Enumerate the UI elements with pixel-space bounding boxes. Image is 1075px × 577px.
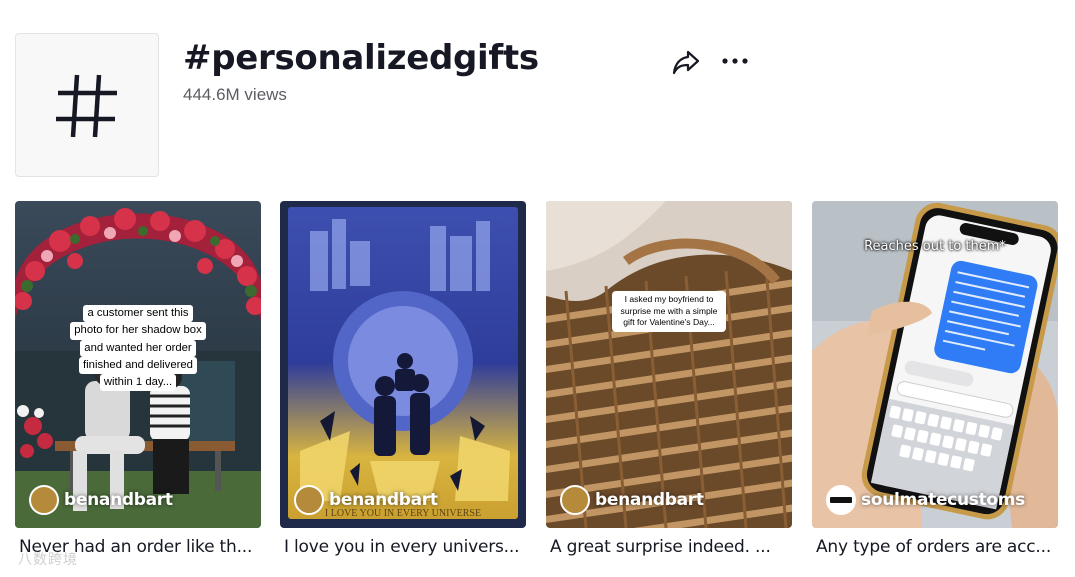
video-author[interactable]: benandbart <box>29 485 173 515</box>
video-grid: a customer sent this photo for her shado… <box>15 201 1060 577</box>
author-name: soulmatecustoms <box>861 490 1026 510</box>
watermark: 八数跨境 <box>18 552 78 568</box>
video-overlay-text: a customer sent this photo for her shado… <box>65 305 211 392</box>
author-name: benandbart <box>595 490 704 510</box>
overlay-line: gift for Valentine's Day... <box>623 317 715 328</box>
more-options-button[interactable] <box>720 49 750 73</box>
author-name: benandbart <box>329 490 438 510</box>
hashtag-avatar <box>15 33 159 177</box>
overlay-line: surprise me with a simple <box>620 305 718 316</box>
thumbnail-image <box>546 201 792 528</box>
video-author[interactable]: benandbart <box>294 485 438 515</box>
video-overlay-text: I asked my boyfriend to surprise me with… <box>612 291 726 332</box>
video-thumbnail[interactable]: I LOVE YOU IN EVERY UNIVERSE benandbart <box>280 201 526 528</box>
video-caption[interactable]: Any type of orders are acc... <box>816 537 1058 557</box>
video-card[interactable]: Reaches out to them* soulmatecustoms Any… <box>812 201 1058 557</box>
overlay-line: and wanted her order <box>80 339 196 357</box>
video-caption[interactable]: A great surprise indeed. ... <box>550 537 792 557</box>
author-avatar <box>826 485 856 515</box>
video-thumbnail[interactable]: I asked my boyfriend to surprise me with… <box>546 201 792 528</box>
more-icon <box>722 58 748 64</box>
thumbnail-image: I LOVE YOU IN EVERY UNIVERSE <box>280 201 526 528</box>
views-count: 444.6M views <box>183 85 287 104</box>
share-icon <box>672 50 700 75</box>
overlay-line: finished and delivered <box>79 356 197 374</box>
video-card[interactable]: I asked my boyfriend to surprise me with… <box>546 201 792 557</box>
video-author[interactable]: soulmatecustoms <box>826 485 1025 515</box>
overlay-line: I asked my boyfriend to <box>624 294 714 304</box>
video-caption[interactable]: I love you in every univers... <box>284 537 526 557</box>
video-thumbnail[interactable]: a customer sent this photo for her shado… <box>15 201 261 528</box>
page-title: #personalizedgifts <box>183 38 539 78</box>
video-card[interactable]: I LOVE YOU IN EVERY UNIVERSE benandbart … <box>280 201 526 557</box>
author-avatar <box>29 485 59 515</box>
overlay-line: within 1 day... <box>99 374 177 392</box>
video-card[interactable]: a customer sent this photo for her shado… <box>15 201 261 557</box>
author-avatar <box>560 485 590 515</box>
video-thumbnail[interactable]: Reaches out to them* soulmatecustoms <box>812 201 1058 528</box>
author-name: benandbart <box>64 490 173 510</box>
overlay-line: photo for her shadow box <box>70 322 206 340</box>
video-overlay-text: Reaches out to them* <box>864 239 1006 254</box>
hash-icon <box>56 74 117 138</box>
share-button[interactable] <box>672 49 700 75</box>
author-avatar <box>294 485 324 515</box>
video-author[interactable]: benandbart <box>560 485 704 515</box>
overlay-line: a customer sent this <box>83 305 193 323</box>
